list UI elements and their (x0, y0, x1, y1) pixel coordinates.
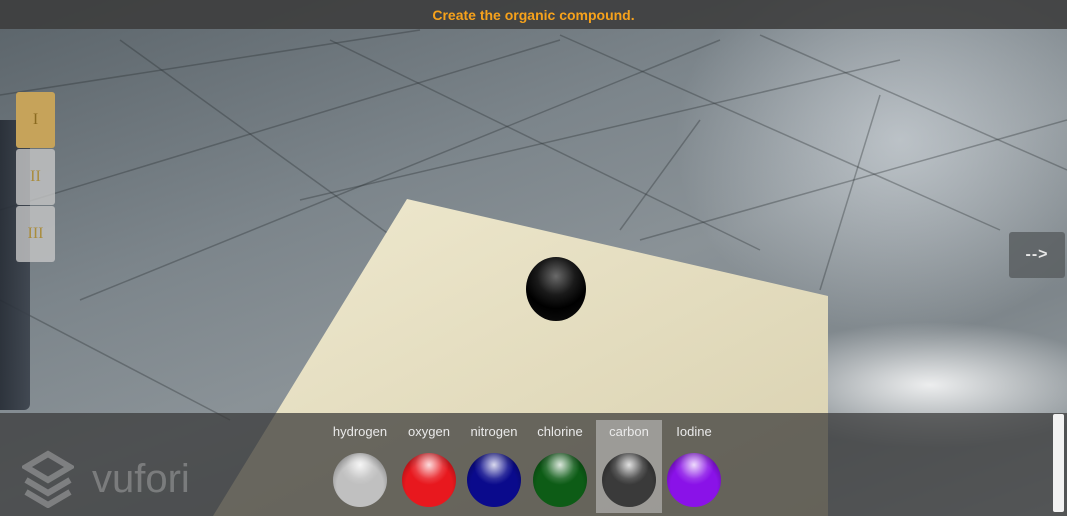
element-iodine[interactable]: Iodine (661, 413, 727, 513)
element-oxygen[interactable]: oxygen (396, 413, 462, 513)
oxygen-sphere-icon (402, 453, 456, 507)
vuforia-logo-icon (22, 450, 74, 508)
vuforia-watermark: vufori (22, 450, 190, 508)
element-label: nitrogen (470, 424, 518, 439)
element-label: oxygen (408, 424, 450, 439)
element-label: chlorine (537, 424, 583, 439)
tray-scrollbar[interactable] (1053, 414, 1064, 512)
element-carbon[interactable]: carbon (596, 420, 662, 513)
element-chlorine[interactable]: chlorine (527, 413, 593, 513)
placed-carbon-atom[interactable] (526, 257, 586, 321)
chlorine-sphere-icon (533, 453, 587, 507)
carbon-sphere-icon (602, 453, 656, 507)
element-hydrogen[interactable]: hydrogen (327, 413, 393, 513)
instruction-text: Create the organic compound. (432, 6, 635, 23)
element-label: hydrogen (332, 424, 388, 439)
level-2-button[interactable]: II (16, 149, 55, 205)
element-nitrogen[interactable]: nitrogen (461, 413, 527, 513)
level-1-button[interactable]: I (16, 92, 55, 148)
hydrogen-sphere-icon (333, 453, 387, 507)
instruction-banner: Create the organic compound. (0, 0, 1067, 29)
nitrogen-sphere-icon (467, 453, 521, 507)
next-arrow-button[interactable]: --> (1009, 232, 1065, 278)
iodine-sphere-icon (667, 453, 721, 507)
level-3-button[interactable]: III (16, 206, 55, 262)
element-label: carbon (609, 424, 649, 439)
watermark-text: vufori (92, 456, 190, 501)
element-label: Iodine (676, 424, 712, 439)
level-selector: I II III (16, 92, 55, 263)
